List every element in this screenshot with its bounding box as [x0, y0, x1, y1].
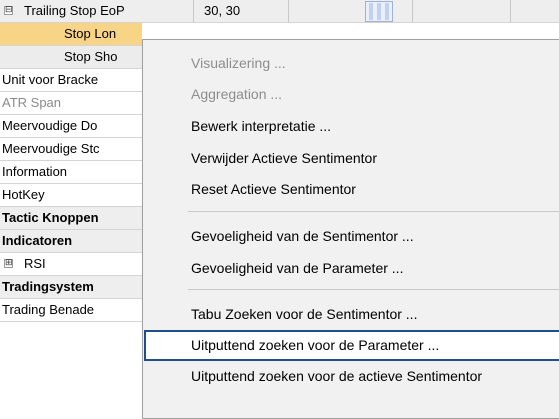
grid-row-stop-long[interactable]: Stop Lon [0, 23, 142, 46]
column-divider [412, 0, 413, 23]
slider-tick [369, 3, 373, 20]
grid-row-unit-bracket[interactable]: Unit voor Bracke [0, 69, 142, 92]
category-name: Indicatoren [2, 233, 73, 248]
property-name: HotKey [2, 187, 45, 202]
menu-item-label: Uitputtend zoeken voor de actieve Sentim… [191, 368, 483, 384]
menu-item-label: Reset Actieve Sentimentor [191, 181, 356, 197]
slider-tick [377, 3, 381, 20]
column-divider [288, 0, 289, 23]
menu-item-parameter-sensitivity[interactable]: Gevoeligheid van de Parameter ... [144, 253, 559, 284]
grid-category-indicators[interactable]: Indicatoren [0, 230, 142, 253]
menu-item-tabu-search[interactable]: Tabu Zoeken voor de Sentimentor ... [144, 299, 559, 330]
property-name: Stop Lon [64, 26, 117, 41]
grid-row-trading-approach[interactable]: Trading Benade [0, 299, 142, 322]
category-name: Tradingsystem [2, 279, 94, 294]
property-name: Meervoudige Stc [2, 141, 100, 156]
grid-row-trailing-stop[interactable]: ⊟ Trailing Stop EoP 30, 30 [0, 0, 559, 23]
menu-item-label: Visualizering ... [191, 55, 286, 71]
property-value[interactable]: 30, 30 [204, 0, 240, 22]
value-slider[interactable] [365, 1, 393, 22]
menu-item-label: Gevoeligheid van de Parameter ... [191, 260, 404, 276]
grid-row-stop-short[interactable]: Stop Sho [0, 46, 142, 69]
property-name: Stop Sho [64, 49, 118, 64]
grid-row-rsi[interactable]: ⊞ RSI [0, 253, 142, 276]
grid-row-hotkey[interactable]: HotKey [0, 184, 142, 207]
category-name: Tactic Knoppen [2, 210, 99, 225]
property-name: Unit voor Bracke [2, 72, 99, 87]
property-name: Trading Benade [2, 302, 95, 317]
property-name: ATR Span [2, 95, 62, 110]
menu-item-reset-sentimentor[interactable]: Reset Actieve Sentimentor [144, 174, 559, 205]
property-name: Information [2, 164, 68, 179]
menu-separator [188, 289, 559, 290]
grid-category-tactic-buttons[interactable]: Tactic Knoppen [0, 207, 142, 230]
menu-item-label: Bewerk interpretatie ... [191, 118, 332, 134]
slider-tick [385, 3, 389, 20]
property-name: RSI [24, 256, 46, 271]
expand-icon[interactable]: ⊞ [4, 259, 13, 268]
menu-item-exhaustive-sentimentor[interactable]: Uitputtend zoeken voor de actieve Sentim… [144, 361, 559, 392]
menu-item-visualize[interactable]: Visualizering ... [144, 48, 559, 79]
grid-row-multiple-stop[interactable]: Meervoudige Stc [0, 138, 142, 161]
menu-item-aggregation[interactable]: Aggregation ... [144, 79, 559, 110]
menu-item-label: Uitputtend zoeken voor de Parameter ... [191, 337, 440, 353]
context-menu: Visualizering ... Aggregation ... Bewerk… [142, 39, 559, 419]
menu-item-sentimentor-sensitivity[interactable]: Gevoeligheid van de Sentimentor ... [144, 221, 559, 252]
column-divider [510, 0, 511, 23]
menu-item-remove-sentimentor[interactable]: Verwijder Actieve Sentimentor [144, 143, 559, 174]
grid-row-information[interactable]: Information [0, 161, 142, 184]
menu-item-label: Verwijder Actieve Sentimentor [191, 150, 377, 166]
menu-item-label: Gevoeligheid van de Sentimentor ... [191, 228, 414, 244]
grid-row-atr-span[interactable]: ATR Span [0, 92, 142, 115]
menu-item-label: Tabu Zoeken voor de Sentimentor ... [191, 306, 418, 322]
collapse-icon[interactable]: ⊟ [4, 6, 13, 15]
grid-category-tradingsystem[interactable]: Tradingsystem [0, 276, 142, 299]
property-name: Trailing Stop EoP [24, 3, 125, 18]
menu-item-exhaustive-parameter[interactable]: Uitputtend zoeken voor de Parameter ... [144, 330, 559, 361]
menu-item-label: Aggregation ... [191, 86, 283, 102]
column-divider [193, 0, 194, 23]
grid-row-multiple-do[interactable]: Meervoudige Do [0, 115, 142, 138]
property-name: Meervoudige Do [2, 118, 98, 133]
menu-item-edit-interpretation[interactable]: Bewerk interpretatie ... [144, 111, 559, 142]
menu-separator [188, 211, 559, 212]
